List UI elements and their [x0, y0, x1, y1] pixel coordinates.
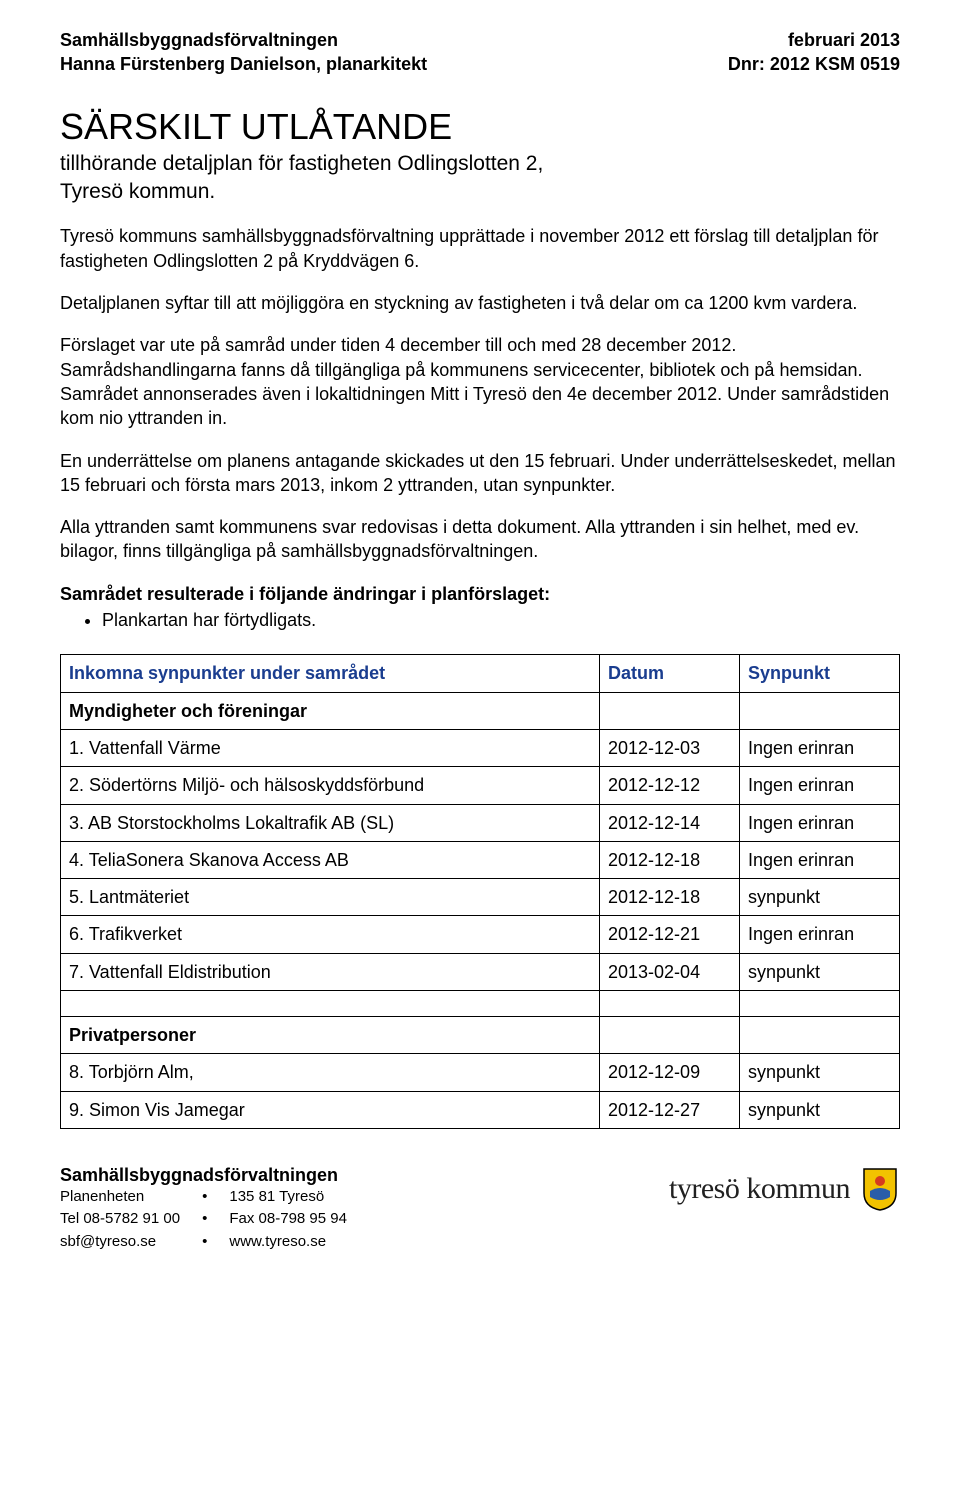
- para-1: Tyresö kommuns samhällsbyggnadsförvaltni…: [60, 224, 900, 273]
- footer-unit: Planenheten: [60, 1187, 180, 1207]
- para-2: Detaljplanen syftar till att möjliggöra …: [60, 291, 900, 315]
- table-row: 5. Lantmäteriet2012-12-18synpunkt: [61, 879, 900, 916]
- table-row: 6. Trafikverket2012-12-21Ingen erinran: [61, 916, 900, 953]
- document-header: Samhällsbyggnadsförvaltningen Hanna Fürs…: [60, 28, 900, 77]
- subtitle-line1: tillhörande detaljplan för fastigheten O…: [60, 150, 900, 178]
- document-footer: Samhällsbyggnadsförvaltningen Planenhete…: [60, 1163, 900, 1252]
- page-title: SÄRSKILT UTLÅTANDE: [60, 105, 900, 148]
- changes-list: Plankartan har förtydligats.: [60, 608, 900, 632]
- th-comment: Synpunkt: [740, 655, 900, 692]
- changes-bullet-1: Plankartan har förtydligats.: [102, 608, 900, 632]
- para-4: En underrättelse om planens antagande sk…: [60, 449, 900, 498]
- comments-table: Inkomna synpunkter under samrådet Datum …: [60, 654, 900, 1129]
- table-row: 7. Vattenfall Eldistribution2013-02-04sy…: [61, 953, 900, 990]
- footer-web: www.tyreso.se: [229, 1232, 347, 1252]
- table-row: 1. Vattenfall Värme2012-12-03Ingen erinr…: [61, 729, 900, 766]
- subtitle-line2: Tyresö kommun.: [60, 178, 900, 206]
- header-author: Hanna Fürstenberg Danielson, planarkitek…: [60, 52, 427, 76]
- logo-text: tyresö kommun: [669, 1169, 850, 1210]
- footer-tel: Tel 08-5782 91 00: [60, 1209, 180, 1229]
- footer-email: sbf@tyreso.se: [60, 1232, 180, 1252]
- table-section-authorities: Myndigheter och föreningar: [61, 692, 900, 729]
- changes-heading: Samrådet resulterade i följande ändringa…: [60, 582, 900, 606]
- table-row: 3. AB Storstockholms Lokaltrafik AB (SL)…: [61, 804, 900, 841]
- th-sender: Inkomna synpunkter under samrådet: [61, 655, 600, 692]
- para-5: Alla yttranden samt kommunens svar redov…: [60, 515, 900, 564]
- shield-icon: [860, 1167, 900, 1211]
- table-row: 4. TeliaSonera Skanova Access AB2012-12-…: [61, 841, 900, 878]
- table-spacer: [61, 991, 900, 1017]
- footer-org: Samhällsbyggnadsförvaltningen: [60, 1163, 347, 1187]
- th-date: Datum: [600, 655, 740, 692]
- table-section-private: Privatpersoner: [61, 1017, 900, 1054]
- footer-fax: Fax 08-798 95 94: [229, 1209, 347, 1229]
- header-dnr: Dnr: 2012 KSM 0519: [728, 52, 900, 76]
- para-3: Förslaget var ute på samråd under tiden …: [60, 333, 900, 430]
- table-row: 8. Torbjörn Alm,2012-12-09synpunkt: [61, 1054, 900, 1091]
- table-row: 9. Simon Vis Jamegar2012-12-27synpunkt: [61, 1091, 900, 1128]
- footer-address: 135 81 Tyresö: [229, 1187, 347, 1207]
- header-org: Samhällsbyggnadsförvaltningen: [60, 28, 427, 52]
- header-date: februari 2013: [728, 28, 900, 52]
- table-row: 2. Södertörns Miljö- och hälsoskyddsförb…: [61, 767, 900, 804]
- municipality-logo: tyresö kommun: [669, 1167, 900, 1211]
